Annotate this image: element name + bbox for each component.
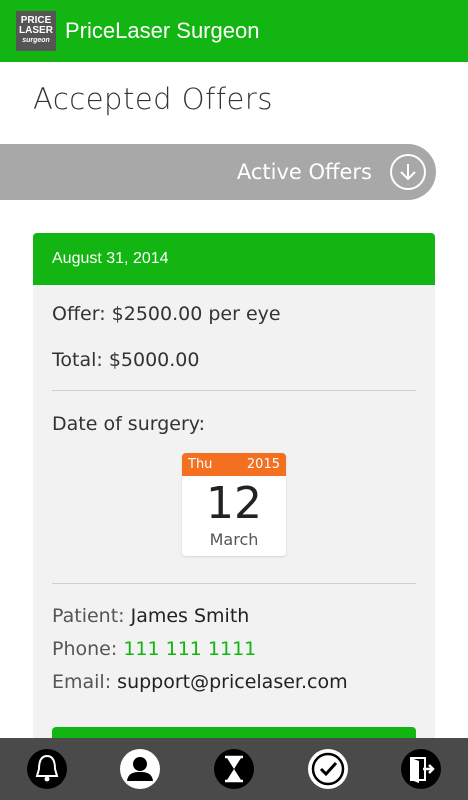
calendar-weekday: Thu — [188, 457, 213, 472]
divider — [52, 390, 416, 391]
app-bar: PRICE LASER surgeon PriceLaser Surgeon — [0, 0, 468, 62]
offer-amount: Offer: $2500.00 per eye — [52, 303, 281, 325]
calendar-header: Thu 2015 — [182, 453, 286, 476]
profile-button[interactable] — [117, 746, 163, 792]
logout-button[interactable] — [398, 746, 444, 792]
logo-line-3: surgeon — [22, 37, 50, 44]
pending-button[interactable] — [211, 746, 257, 792]
logo-line-2: LASER — [19, 25, 53, 36]
app-logo: PRICE LASER surgeon — [16, 11, 56, 51]
logout-icon — [401, 749, 442, 789]
check-circle-icon — [307, 749, 348, 789]
calendar-day: 12 — [206, 478, 262, 529]
phone-row: Phone: 111 111 1111 — [52, 638, 256, 660]
accepted-button[interactable] — [305, 746, 351, 792]
app-title: PriceLaser Surgeon — [65, 18, 260, 43]
hourglass-icon — [213, 749, 254, 789]
calendar-year: 2015 — [246, 457, 280, 472]
surgery-date-label: Date of surgery: — [52, 413, 206, 435]
notifications-button[interactable] — [24, 746, 70, 792]
calendar-month: March — [209, 530, 259, 549]
user-icon — [120, 749, 161, 789]
email-row: Email: support@pricelaser.com — [52, 671, 348, 693]
patient-label: Patient: — [52, 605, 125, 627]
bell-icon — [26, 749, 67, 789]
phone-link[interactable]: 111 111 1111 — [123, 638, 256, 660]
surgery-calendar: Thu 2015 12 March — [182, 453, 286, 556]
offer-card: August 31, 2014 Offer: $2500.00 per eye … — [33, 233, 435, 753]
active-offers-button[interactable]: Active Offers — [0, 144, 436, 200]
email-link[interactable]: support@pricelaser.com — [117, 671, 347, 693]
arrow-down-circle-icon — [390, 154, 426, 190]
patient-row: Patient: James Smith — [52, 605, 249, 627]
page-title: Accepted Offers — [33, 82, 273, 116]
offer-total: Total: $5000.00 — [52, 349, 200, 371]
active-offers-label: Active Offers — [236, 160, 372, 184]
divider — [52, 583, 416, 584]
offer-date: August 31, 2014 — [33, 233, 435, 285]
email-label: Email: — [52, 671, 112, 693]
bottom-nav — [0, 738, 468, 800]
patient-name: James Smith — [130, 605, 250, 627]
phone-label: Phone: — [52, 638, 118, 660]
